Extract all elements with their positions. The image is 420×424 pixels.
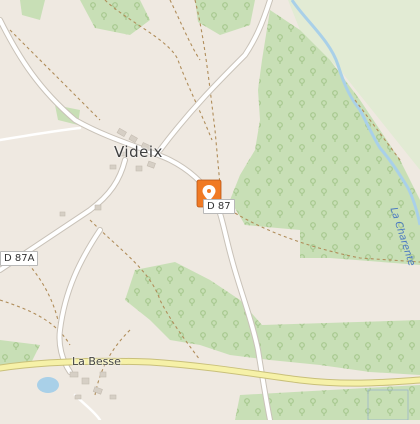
road-shield-d87a: D 87A bbox=[0, 251, 39, 266]
pond bbox=[37, 377, 59, 393]
road-shield-d87: D 87 bbox=[203, 199, 235, 214]
place-label-videix: Videix bbox=[114, 143, 163, 161]
map-canvas[interactable]: Videix La Besse D 87 D 87A La Charente bbox=[0, 0, 420, 423]
place-label-la-besse: La Besse bbox=[72, 355, 121, 368]
